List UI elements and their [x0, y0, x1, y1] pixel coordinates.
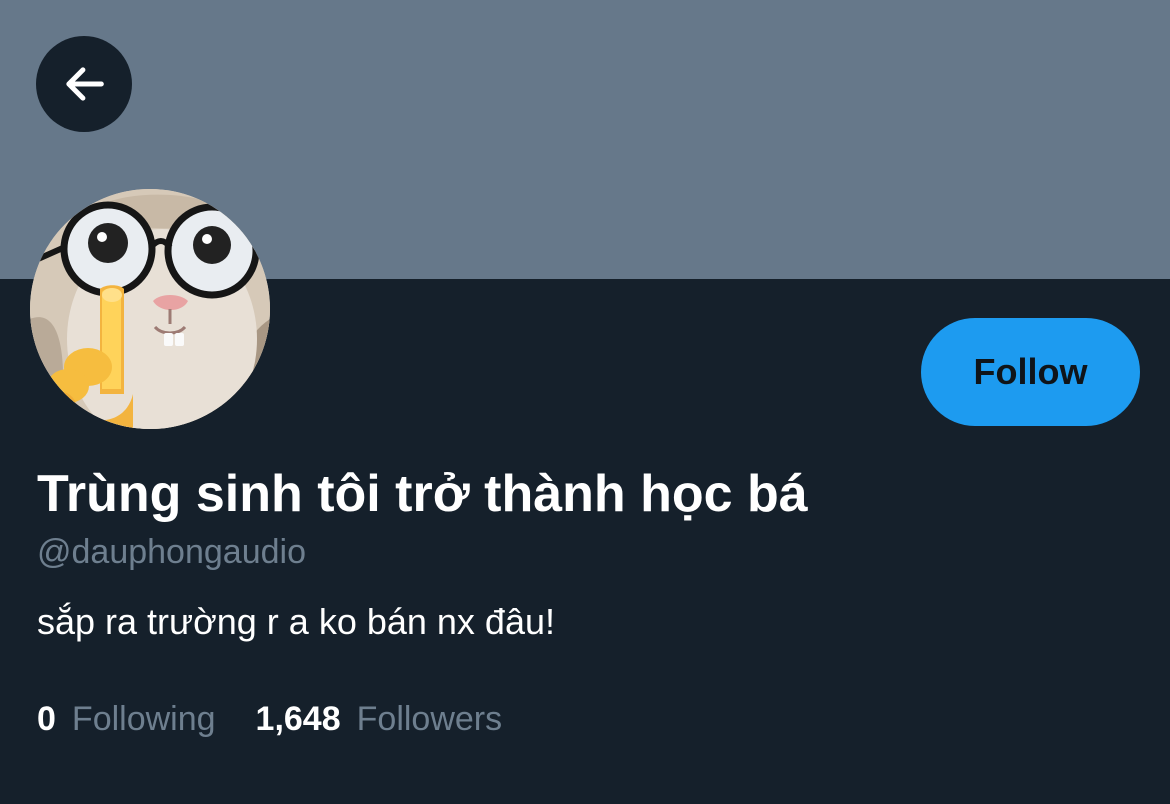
cat-with-glasses-avatar [30, 189, 270, 429]
followers-count: 1,648 [255, 700, 341, 738]
profile-username: @dauphongaudio [37, 533, 306, 571]
followers-link[interactable]: 1,648 Followers [256, 696, 503, 742]
avatar[interactable] [30, 189, 270, 429]
following-link[interactable]: 0 Following [37, 696, 216, 742]
profile-bio: sắp ra trường r a ko bán nx đâu! [37, 601, 555, 642]
back-button[interactable] [36, 36, 132, 132]
following-label: Following [71, 700, 216, 738]
profile-screen: Follow Trùng sinh tôi trở thành học bá @… [0, 0, 1170, 804]
arrow-left-icon [66, 67, 104, 101]
following-count: 0 [37, 700, 56, 738]
followers-label: Followers [356, 700, 503, 738]
profile-stats: 0 Following 1,648 Followers [37, 696, 502, 742]
follow-button[interactable]: Follow [921, 318, 1140, 426]
profile-display-name: Trùng sinh tôi trở thành học bá [37, 465, 808, 523]
